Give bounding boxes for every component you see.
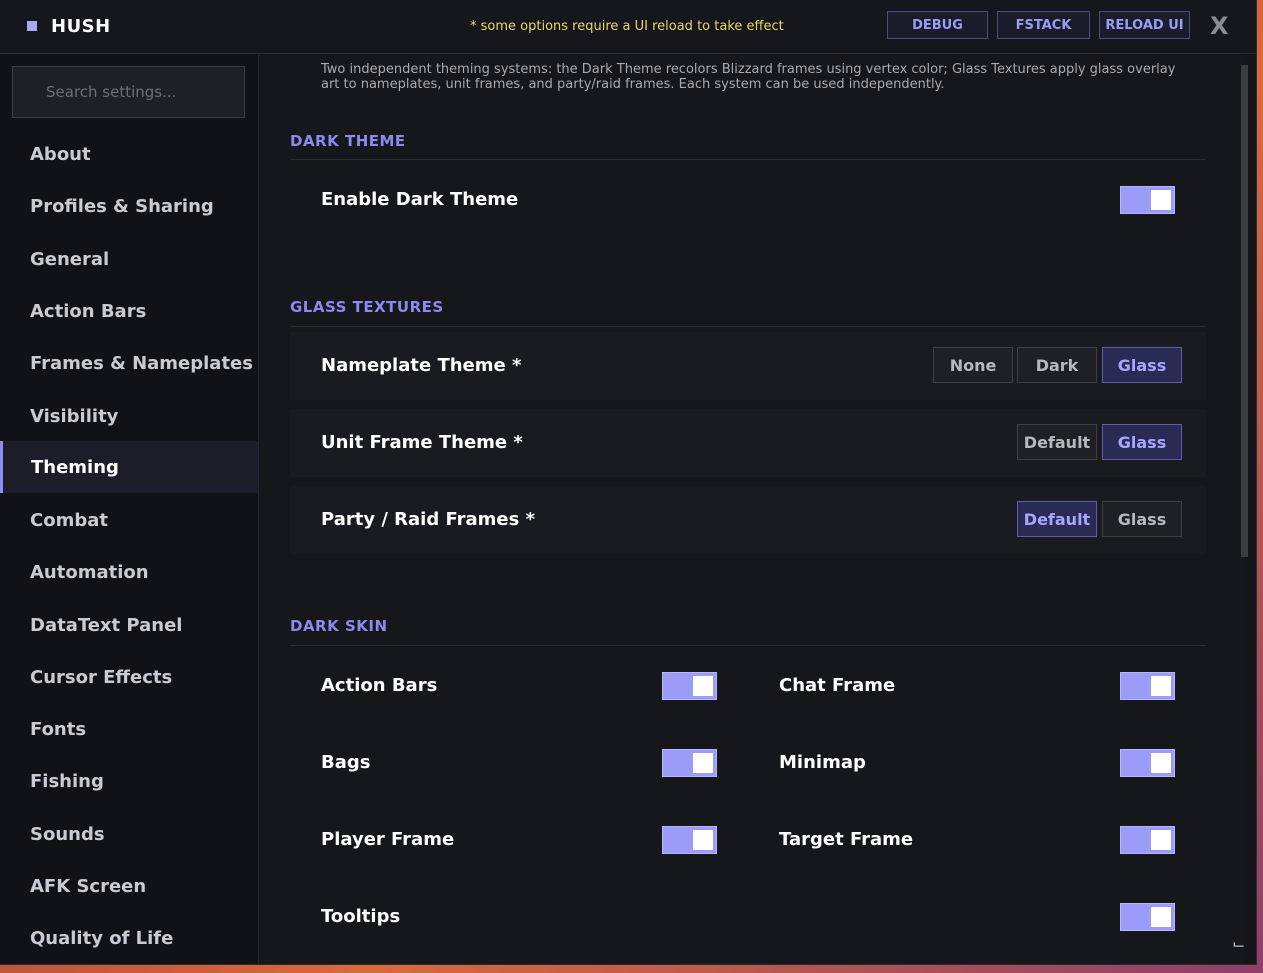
nameplate-option-none[interactable]: None: [933, 347, 1013, 383]
sidebar-item-quality-of-life[interactable]: Quality of Life: [0, 912, 258, 964]
toggle-knob: [1151, 753, 1171, 773]
reload-ui-button[interactable]: RELOAD UI: [1099, 11, 1190, 39]
sidebar-item-combat[interactable]: Combat: [0, 494, 258, 546]
dark-skin-player-frame-toggle[interactable]: [662, 826, 717, 854]
divider: [290, 159, 1206, 160]
sidebar-item-sounds[interactable]: Sounds: [0, 808, 258, 860]
toggle-knob: [693, 676, 713, 696]
sidebar-item-fonts[interactable]: Fonts: [0, 703, 258, 755]
sidebar-item-frames-nameplates[interactable]: Frames & Nameplates: [0, 337, 258, 389]
debug-button[interactable]: DEBUG: [887, 11, 988, 39]
sidebar-item-cursor-effects[interactable]: Cursor Effects: [0, 651, 258, 703]
dark-skin-minimap-label: Minimap: [779, 752, 866, 773]
dark-skin-target-frame-toggle[interactable]: [1120, 826, 1175, 854]
toggle-knob: [1151, 907, 1171, 927]
toggle-knob: [1151, 190, 1171, 210]
settings-content: Two independent theming systems: the Dar…: [259, 54, 1244, 964]
resize-handle-icon[interactable]: ⌙: [1232, 934, 1245, 953]
unit-frame-theme-label: Unit Frame Theme *: [321, 432, 523, 453]
unit-frame-option-default[interactable]: Default: [1017, 424, 1097, 460]
sidebar-item-fishing[interactable]: Fishing: [0, 755, 258, 807]
nameplate-theme-label: Nameplate Theme *: [321, 355, 522, 376]
close-icon[interactable]: X: [1210, 12, 1229, 40]
dark-skin-action-bars-toggle[interactable]: [662, 672, 717, 700]
toggle-knob: [693, 753, 713, 773]
nameplate-option-glass[interactable]: Glass: [1102, 347, 1182, 383]
sidebar-item-afk-screen[interactable]: AFK Screen: [0, 860, 258, 912]
divider: [290, 326, 1206, 327]
party-raid-option-glass[interactable]: Glass: [1102, 501, 1182, 537]
sidebar-item-general[interactable]: General: [0, 233, 258, 285]
dark-skin-target-frame-label: Target Frame: [779, 829, 914, 850]
section-title-dark-skin: DARK SKIN: [290, 617, 388, 635]
logo-icon: [27, 21, 37, 31]
nameplate-option-dark[interactable]: Dark: [1017, 347, 1097, 383]
sidebar: Search settings... About Profiles & Shar…: [0, 54, 259, 964]
dark-skin-minimap-toggle[interactable]: [1120, 749, 1175, 777]
section-title-glass-textures: GLASS TEXTURES: [290, 298, 444, 316]
sidebar-item-about[interactable]: About: [0, 128, 258, 180]
sidebar-item-automation[interactable]: Automation: [0, 546, 258, 598]
app-title: HUSH: [51, 16, 111, 37]
search-input[interactable]: Search settings...: [12, 66, 245, 118]
dark-skin-action-bars-label: Action Bars: [321, 675, 438, 696]
dark-skin-chat-frame-label: Chat Frame: [779, 675, 896, 696]
sidebar-item-theming[interactable]: Theming: [0, 441, 258, 493]
party-raid-option-default[interactable]: Default: [1017, 501, 1097, 537]
dark-skin-chat-frame-toggle[interactable]: [1120, 672, 1175, 700]
enable-dark-theme-toggle[interactable]: [1120, 186, 1175, 214]
sidebar-item-visibility[interactable]: Visibility: [0, 390, 258, 442]
unit-frame-option-glass[interactable]: Glass: [1102, 424, 1182, 460]
reload-note: * some options require a UI reload to ta…: [470, 19, 784, 34]
dark-skin-bags-toggle[interactable]: [662, 749, 717, 777]
sidebar-item-action-bars[interactable]: Action Bars: [0, 285, 258, 337]
toggle-knob: [1151, 676, 1171, 696]
toggle-knob: [693, 830, 713, 850]
fstack-button[interactable]: FSTACK: [997, 11, 1090, 39]
dark-skin-bags-label: Bags: [321, 752, 371, 773]
sidebar-item-datatext-panel[interactable]: DataText Panel: [0, 599, 258, 651]
toggle-knob: [1151, 830, 1171, 850]
content-scrollbar[interactable]: [1241, 65, 1248, 557]
sidebar-item-profiles-sharing[interactable]: Profiles & Sharing: [0, 180, 258, 232]
dark-skin-tooltips-label: Tooltips: [321, 906, 401, 927]
section-title-dark-theme: DARK THEME: [290, 132, 406, 150]
divider: [290, 645, 1206, 646]
dark-skin-player-frame-label: Player Frame: [321, 829, 455, 850]
enable-dark-theme-label: Enable Dark Theme: [321, 189, 519, 210]
settings-window: HUSH * some options require a UI reload …: [0, 0, 1257, 965]
title-bar: HUSH * some options require a UI reload …: [0, 0, 1256, 54]
party-raid-frames-label: Party / Raid Frames *: [321, 509, 536, 530]
dark-skin-tooltips-toggle[interactable]: [1120, 903, 1175, 931]
intro-text: Two independent theming systems: the Dar…: [321, 62, 1176, 92]
